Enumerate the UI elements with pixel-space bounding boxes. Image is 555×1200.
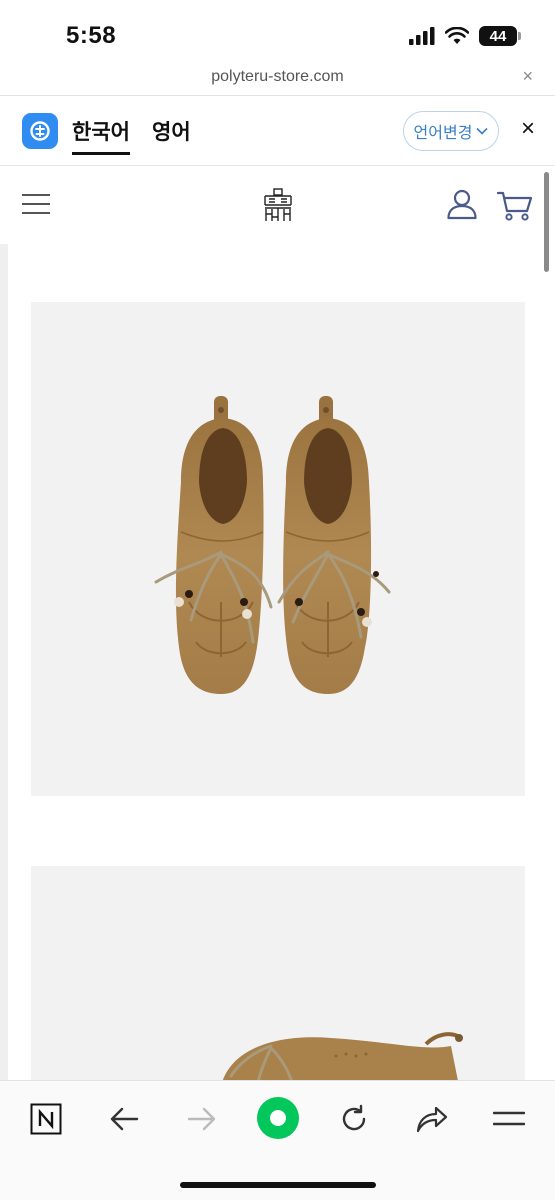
- status-icons: 44: [409, 26, 521, 46]
- content-gutter: [0, 244, 8, 1080]
- site-logo[interactable]: [262, 188, 294, 222]
- browser-toolbar: [0, 1080, 555, 1200]
- change-language-button[interactable]: 언어변경: [403, 111, 499, 151]
- menu-icon[interactable]: [489, 1099, 529, 1139]
- forward-icon[interactable]: [182, 1099, 222, 1139]
- screen: 5:58 44 polyteru-store.com × 한국어 영어 언어변경…: [0, 0, 555, 1200]
- user-icon[interactable]: [446, 188, 478, 220]
- translate-close-icon[interactable]: ×: [521, 115, 535, 143]
- close-icon[interactable]: ×: [522, 66, 533, 87]
- back-icon[interactable]: [104, 1099, 144, 1139]
- reload-icon[interactable]: [334, 1099, 374, 1139]
- status-bar: 5:58 44: [0, 0, 555, 62]
- product-image-1[interactable]: [31, 302, 525, 796]
- site-header: [0, 166, 555, 244]
- naver-icon[interactable]: [26, 1099, 66, 1139]
- hamburger-menu-icon[interactable]: [22, 194, 50, 214]
- page-scrollbar[interactable]: [544, 172, 549, 272]
- share-icon[interactable]: [412, 1099, 452, 1139]
- signal-icon: [409, 27, 435, 45]
- tab-korean[interactable]: 한국어: [72, 116, 130, 155]
- url-text[interactable]: polyteru-store.com: [0, 68, 555, 86]
- green-home-icon[interactable]: [256, 1096, 300, 1140]
- tab-english[interactable]: 영어: [152, 116, 191, 146]
- translate-app-icon[interactable]: [22, 113, 58, 149]
- shoe-pair-side-view: [223, 1032, 463, 1080]
- shoe-pair-top-view: [154, 396, 391, 694]
- change-language-label: 언어변경: [413, 125, 473, 142]
- browser-url-bar[interactable]: polyteru-store.com ×: [0, 62, 555, 96]
- status-time: 5:58: [66, 22, 117, 49]
- home-indicator[interactable]: [180, 1182, 376, 1188]
- translate-bar: 한국어 영어 언어변경 ×: [0, 96, 555, 166]
- chevron-down-icon: [476, 127, 489, 135]
- product-content: [0, 244, 555, 1080]
- product-image-2[interactable]: [31, 866, 525, 1080]
- battery-indicator: 44: [479, 26, 521, 46]
- wifi-icon: [445, 27, 469, 44]
- cart-icon[interactable]: [497, 190, 533, 222]
